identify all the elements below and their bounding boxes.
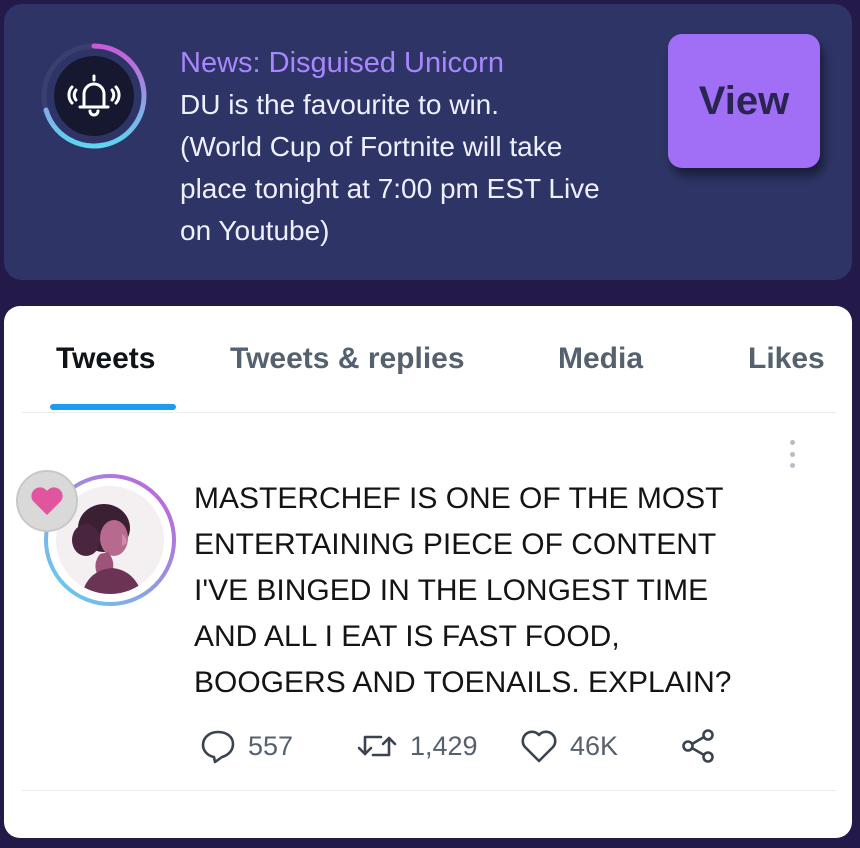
tweet-text-line: AND ALL I EAT IS FAST FOOD, <box>194 620 620 653</box>
tweet-card: Tweets Tweets & replies Media Likes MAST… <box>4 306 852 838</box>
like-button[interactable]: 46K <box>520 724 618 768</box>
tab-tweets-and-replies[interactable]: Tweets & replies <box>230 342 465 376</box>
tab-media[interactable]: Media <box>558 342 643 376</box>
notification-title: News: Disguised Unicorn <box>180 47 504 79</box>
view-button[interactable]: View <box>668 34 820 168</box>
notification-icon-ring <box>38 40 150 152</box>
share-button[interactable] <box>680 724 716 768</box>
heart-icon[interactable] <box>16 470 78 532</box>
notification-card: News: Disguised Unicorn DU is the favour… <box>4 4 852 280</box>
reply-icon <box>201 730 235 764</box>
vertical-ellipsis-icon[interactable] <box>780 436 804 472</box>
reply-button[interactable]: 557 <box>200 724 293 768</box>
tabs-divider <box>22 412 836 413</box>
tweet-text-line: ENTERTAINING PIECE OF CONTENT <box>194 528 717 561</box>
tweet-text-line: BOOGERS AND TOENAILS. EXPLAIN? <box>194 666 732 699</box>
profile-tabs: Tweets Tweets & replies Media Likes <box>4 306 852 414</box>
tweet-actions: 557 1,429 46K <box>200 724 760 768</box>
tweet-text-line: MASTERCHEF IS ONE OF THE MOST <box>194 482 724 515</box>
heart-outline-icon <box>521 730 557 763</box>
bell-ringing-icon <box>54 56 134 136</box>
reply-count: 557 <box>248 730 294 761</box>
tweet-text: MASTERCHEF IS ONE OF THE MOST ENTERTAINI… <box>194 476 814 706</box>
active-tab-indicator <box>50 404 176 410</box>
tweet-divider <box>22 790 836 791</box>
notification-text: News: Disguised Unicorn DU is the favour… <box>180 42 660 252</box>
like-count: 46K <box>570 730 619 761</box>
notification-body-line: on Youtube) <box>180 215 330 246</box>
retweet-count: 1,429 <box>410 730 478 761</box>
retweet-icon <box>357 735 397 757</box>
tab-tweets[interactable]: Tweets <box>56 342 155 376</box>
retweet-button[interactable]: 1,429 <box>356 724 478 768</box>
tab-likes[interactable]: Likes <box>748 342 825 376</box>
notification-body-line: place tonight at 7:00 pm EST Live <box>180 173 600 204</box>
share-icon <box>682 729 714 763</box>
tweet-text-line: I'VE BINGED IN THE LONGEST TIME <box>194 574 709 607</box>
notification-body-line: (World Cup of Fortnite will take <box>180 131 563 162</box>
notification-body-line: DU is the favourite to win. <box>180 89 500 120</box>
